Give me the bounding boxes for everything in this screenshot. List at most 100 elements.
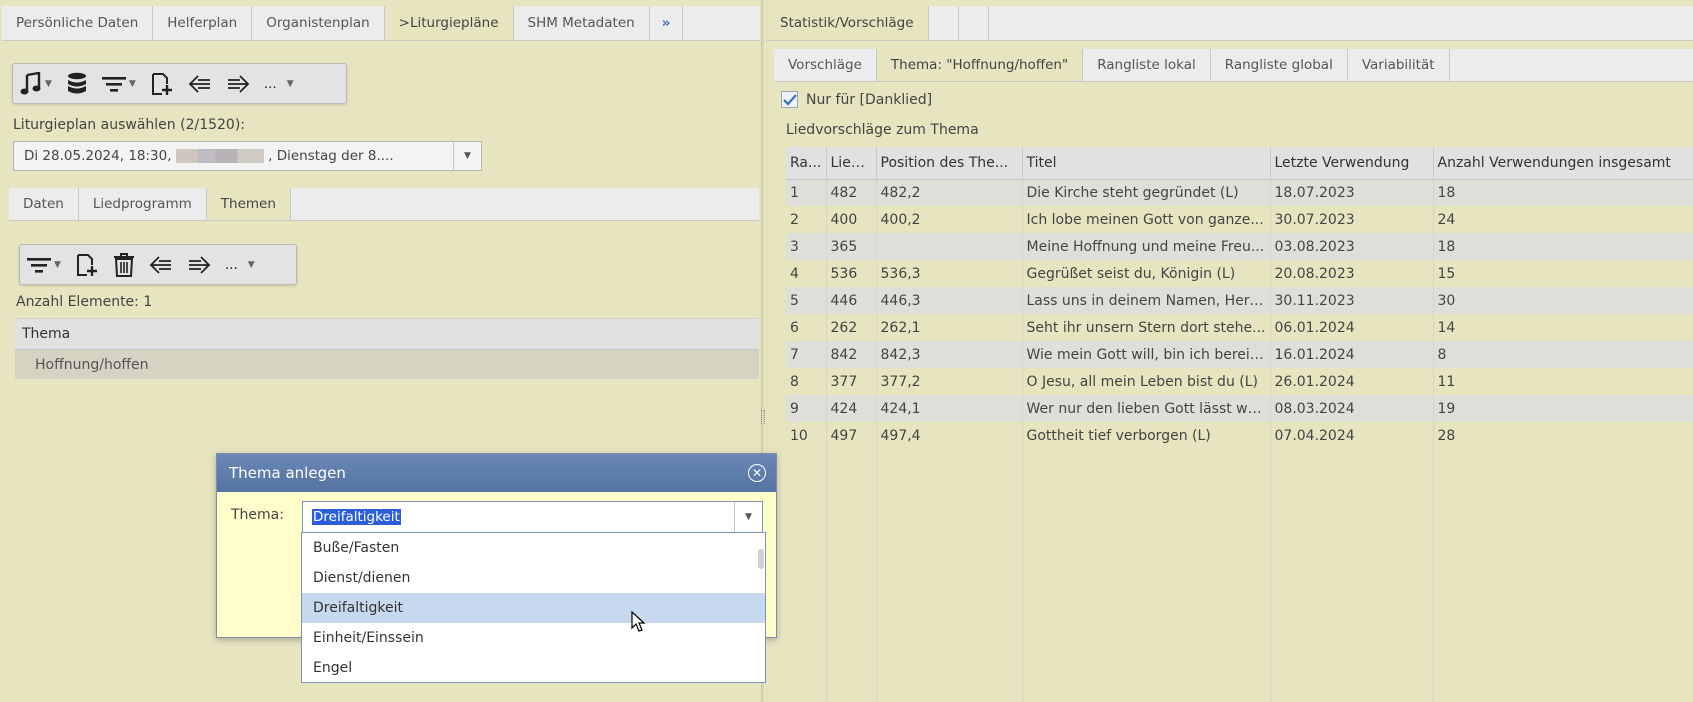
cell-song: 536 [826, 260, 877, 287]
table-filler-row [786, 449, 1693, 702]
dropdown-option[interactable]: Engel [302, 653, 765, 682]
dropdown-option[interactable]: Buße/Fasten [302, 533, 765, 563]
cell-title: Gottheit tief verborgen (L) [1022, 422, 1271, 449]
danklied-checkbox[interactable] [781, 91, 798, 108]
liturgy-select[interactable]: Di 28.05.2024, 18:30, , Dienstag der 8..… [13, 141, 482, 171]
thema-combobox[interactable]: Dreifaltigkeit ▼ [302, 501, 763, 533]
table-row[interactable]: 1 482 482,2 Die Kirche steht gegründet (L) 1… [786, 179, 1693, 206]
tab-statistik-vorschlaege[interactable]: Statistik/Vorschläge [766, 6, 929, 40]
back-button[interactable] [181, 64, 219, 103]
thema-dropdown-list: Buße/Fasten Dienst/dienen Dreifaltigkeit Ei… [301, 532, 766, 683]
cell-use-count: 11 [1433, 368, 1693, 395]
tab-rangliste-lokal[interactable]: Rangliste lokal [1083, 49, 1211, 81]
more-menu-button[interactable]: ... ▼ [218, 245, 262, 284]
cell-title: O Jesu, all mein Leben bist du (L) [1022, 368, 1271, 395]
tab-persoenliche-daten[interactable]: Persönliche Daten [2, 6, 154, 40]
chevron-down-icon[interactable]: ▼ [734, 502, 762, 532]
add-document-button[interactable] [143, 64, 181, 103]
cell-rank: 10 [786, 422, 827, 449]
table-row[interactable]: 4 536 536,3 Gegrüßet seist du, Königin (L) 2… [786, 260, 1693, 287]
tab-organistenplan[interactable]: Organistenplan [252, 6, 385, 40]
dropdown-option[interactable]: Einheit/Einssein [302, 623, 765, 653]
filter-icon [27, 257, 51, 273]
filter-icon [101, 76, 126, 92]
chevron-down-icon: ▼ [54, 259, 61, 270]
column-header-title[interactable]: Titel [1022, 147, 1271, 180]
cell-use-count: 15 [1433, 260, 1693, 287]
cell-title: Ich lobe meinen Gott von ganze... [1022, 206, 1271, 233]
cell-position [876, 233, 1023, 260]
dropdown-option[interactable]: Dreifaltigkeit [302, 593, 765, 623]
forward-button[interactable] [219, 64, 257, 103]
statistics-tab-bar: Statistik/Vorschläge [766, 6, 1693, 41]
arrow-right-icon [227, 74, 250, 93]
column-header-use-count[interactable]: Anzahl Verwendungen insgesamt [1433, 147, 1693, 180]
table-row[interactable]: 5 446 446,3 Lass uns in deinem Namen, Herr.… [786, 287, 1693, 314]
tab-liturgieplaene[interactable]: >Liturgiepläne [384, 6, 514, 40]
element-count-label: Anzahl Elemente: 1 [16, 294, 153, 310]
tab-shm-metadaten[interactable]: SHM Metadaten [514, 6, 650, 40]
dropdown-options: Buße/Fasten Dienst/dienen Dreifaltigkeit Ei… [302, 533, 765, 682]
cell-use-count: 8 [1433, 341, 1693, 368]
more-menu-button[interactable]: ... ▼ [257, 64, 301, 103]
tab-variabilitaet[interactable]: Variabilität [1348, 49, 1450, 81]
tab-daten[interactable]: Daten [9, 188, 79, 220]
arrow-left-icon [188, 74, 210, 93]
table-row[interactable]: 9 424 424,1 Wer nur den lieben Gott lässt w… [786, 395, 1693, 422]
close-icon[interactable]: ✕ [748, 464, 766, 482]
dropdown-option[interactable]: Dienst/dienen [302, 563, 765, 593]
cell-use-count: 24 [1433, 206, 1693, 233]
cell-rank: 2 [786, 206, 827, 233]
cell-title: Die Kirche steht gegründet (L) [1022, 179, 1271, 206]
suggestions-table: Ra... Lied... Position des The... Titel … [786, 147, 1693, 702]
tab-helferplan[interactable]: Helferplan [153, 6, 253, 40]
cell-use-count: 30 [1433, 287, 1693, 314]
danklied-filter[interactable]: Nur für [Danklied] [781, 91, 932, 108]
filter-menu-button[interactable]: ▼ [95, 64, 143, 103]
add-theme-button[interactable] [68, 245, 106, 284]
table-row[interactable]: 6 262 262,1 Seht ihr unsern Stern dort steh… [786, 314, 1693, 341]
trash-icon [113, 252, 134, 277]
database-button[interactable] [59, 64, 95, 103]
tab-empty-1[interactable] [929, 6, 959, 40]
thema-combobox-value[interactable]: Dreifaltigkeit [303, 509, 734, 525]
forward-button[interactable] [180, 245, 218, 284]
table-row[interactable]: 7 842 842,3 Wie mein Gott will, bin ich ber… [786, 341, 1693, 368]
back-button[interactable] [142, 245, 180, 284]
theme-column-header[interactable]: Thema [15, 318, 759, 350]
delete-button[interactable] [106, 245, 142, 284]
cell-title: Seht ihr unsern Stern dort stehe... [1022, 314, 1271, 341]
table-row[interactable]: 2 400 400,2 Ich lobe meinen Gott von ganze.… [786, 206, 1693, 233]
music-menu-button[interactable]: ▼ [13, 64, 59, 103]
filter-menu-button[interactable]: ▼ [20, 245, 68, 284]
tab-thema[interactable]: Thema: "Hoffnung/hoffen" [876, 49, 1084, 81]
table-row[interactable]: Hoffnung/hoffen [15, 350, 759, 379]
table-row[interactable]: 8 377 377,2 O Jesu, all mein Leben bist du … [786, 368, 1693, 395]
cell-song: 482 [826, 179, 877, 206]
main-toolbar: ▼ ▼ ... ▼ [12, 63, 347, 104]
cell-rank: 9 [786, 395, 827, 422]
cell-last-use: 07.04.2024 [1270, 422, 1434, 449]
table-row[interactable]: 3 365 Meine Hoffnung und meine Freu... 03.0… [786, 233, 1693, 260]
dropdown-scrollbar[interactable] [758, 549, 764, 569]
thema-field-label: Thema: [231, 507, 284, 523]
tab-empty-2[interactable] [959, 6, 989, 40]
table-row[interactable]: 10 497 497,4 Gottheit tief verborgen (L) 07.… [786, 422, 1693, 449]
tab-rangliste-global[interactable]: Rangliste global [1211, 49, 1348, 81]
dialog-header[interactable]: Thema anlegen ✕ [217, 454, 776, 492]
chevron-down-icon[interactable]: ▼ [453, 142, 481, 170]
column-header-last-use[interactable]: Letzte Verwendung [1270, 147, 1434, 180]
tab-vorschlaege[interactable]: Vorschläge [774, 49, 877, 81]
column-header-position[interactable]: Position des The... [876, 147, 1023, 180]
cell-title: Lass uns in deinem Namen, Herr... [1022, 287, 1271, 314]
tab-themen[interactable]: Themen [206, 188, 291, 220]
thema-selected-text: Dreifaltigkeit [312, 509, 401, 525]
arrow-left-icon [149, 255, 171, 274]
cell-use-count: 14 [1433, 314, 1693, 341]
tab-liedprogramm[interactable]: Liedprogramm [79, 188, 207, 220]
chevron-down-icon: ▼ [128, 78, 136, 89]
tab-overflow-button[interactable]: » [650, 6, 684, 40]
column-header-rank[interactable]: Ra... [786, 147, 827, 180]
theme-toolbar: ▼ ... ▼ [19, 244, 297, 285]
column-header-song[interactable]: Lied... [826, 147, 877, 180]
